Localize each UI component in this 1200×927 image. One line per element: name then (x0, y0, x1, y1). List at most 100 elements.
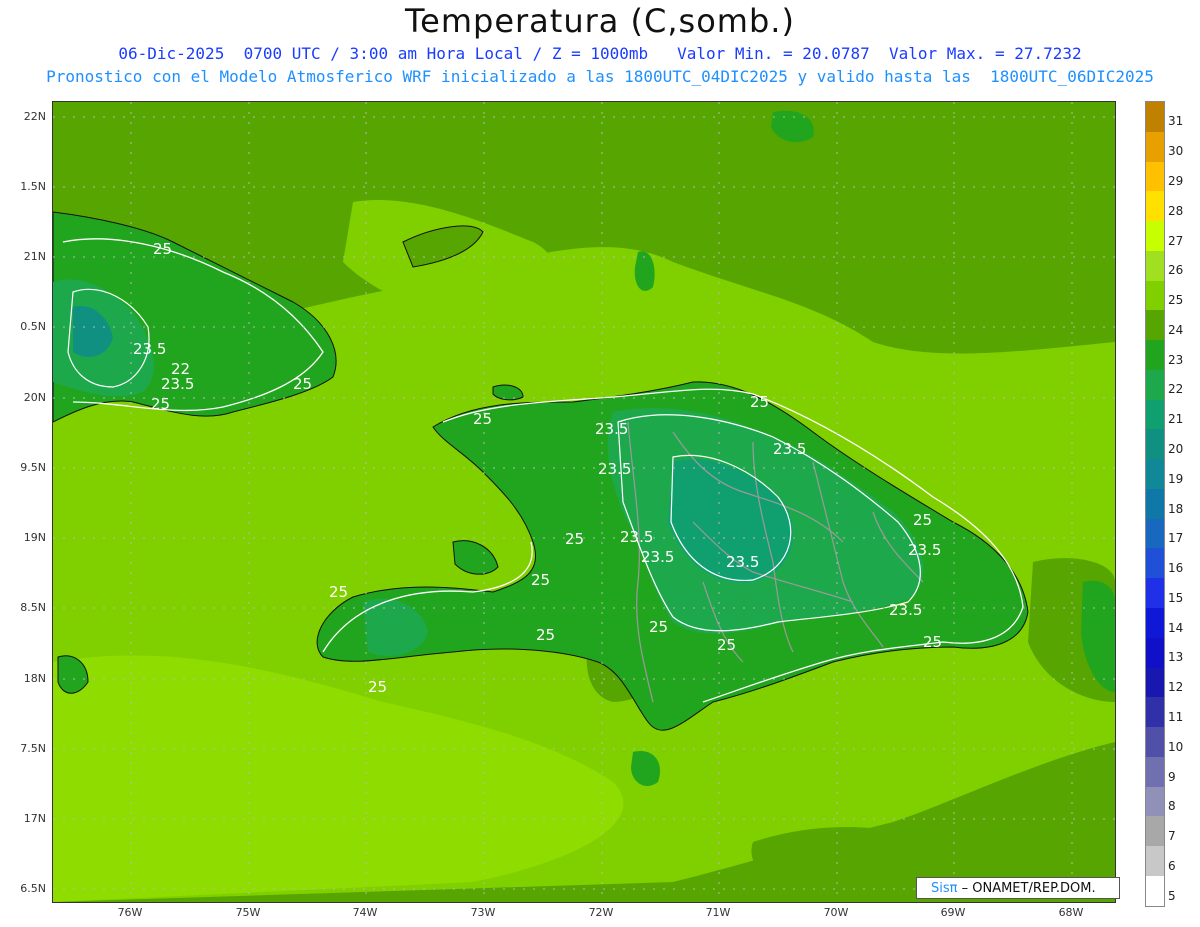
credit-text: – ONAMET/REP.DOM. (961, 881, 1096, 896)
valid-time-line: 06-Dic-2025 0700 UTC / 3:00 am Hora Loca… (118, 44, 1082, 63)
legend-swatch (1146, 399, 1164, 430)
map-title: Temperatura (C,somb.) (405, 2, 795, 40)
lon-label: 75W (235, 906, 261, 919)
model-info-line: Pronostico con el Modelo Atmosferico WRF… (46, 67, 1154, 86)
legend-level-label: 5 (1168, 888, 1176, 903)
lon-label: 69W (940, 906, 966, 919)
legend-level-label: 23 (1168, 352, 1184, 367)
legend-swatch (1146, 697, 1164, 728)
legend-level-label: 24 (1168, 322, 1184, 337)
legend-swatch (1146, 459, 1164, 489)
legend-swatch (1146, 846, 1164, 876)
legend-swatch (1146, 578, 1164, 609)
legend-level-label: 15 (1168, 590, 1184, 605)
lat-label: 1.5N (20, 180, 46, 193)
contour-label: 23.5 (598, 460, 631, 478)
legend-level-label: 25 (1168, 293, 1184, 308)
legend-level-label: 20 (1168, 441, 1184, 456)
legend-swatch (1146, 727, 1164, 757)
contour-label: 23.5 (620, 528, 653, 546)
lat-label: 19N (23, 531, 46, 544)
contour-label: 23.5 (773, 440, 806, 458)
contour-label: 23.5 (641, 548, 674, 566)
sispi-logo: Sisπ (931, 881, 958, 896)
lat-label: 20N (23, 391, 46, 404)
legend-swatch (1146, 488, 1164, 519)
temperature-map: 25 23.5 22 23.5 25 25 23.5 23.5 25 23.5 … (52, 101, 1116, 903)
lat-label: 8.5N (20, 601, 46, 614)
legend-level-label: 21 (1168, 412, 1184, 427)
contour-label: 23.5 (726, 553, 759, 571)
legend-swatch (1146, 191, 1164, 222)
legend-swatch (1146, 637, 1164, 668)
lon-label: 72W (588, 906, 614, 919)
legend-swatch (1146, 786, 1164, 817)
contour-label: 25 (293, 375, 312, 393)
legend-level-label: 9 (1168, 769, 1176, 784)
legend-level-label: 26 (1168, 263, 1184, 278)
contour-label: 25 (923, 633, 942, 651)
legend-level-label: 6 (1168, 858, 1176, 873)
legend-swatch (1146, 161, 1164, 192)
legend-level-label: 14 (1168, 620, 1184, 635)
legend-level-label: 28 (1168, 203, 1184, 218)
legend-swatch (1146, 875, 1164, 906)
lon-label: 70W (823, 906, 849, 919)
lon-label: 71W (705, 906, 731, 919)
contour-label: 25 (649, 618, 668, 636)
legend-level-label: 27 (1168, 233, 1184, 248)
legend-level-label: 7 (1168, 829, 1176, 844)
legend-swatch (1146, 131, 1164, 162)
lat-label: 9.5N (20, 461, 46, 474)
lat-label: 22N (23, 110, 46, 123)
legend-swatch (1146, 548, 1164, 579)
contour-label: 25 (913, 511, 932, 529)
contour-label: 23.5 (889, 601, 922, 619)
legend-swatch (1146, 667, 1164, 698)
legend-swatch (1146, 310, 1164, 341)
legend-level-label: 29 (1168, 173, 1184, 188)
lon-label: 73W (470, 906, 496, 919)
legend-swatch (1146, 280, 1164, 311)
credit-box: Sisπ – ONAMET/REP.DOM. (916, 877, 1120, 899)
legend-swatch (1146, 608, 1164, 638)
contour-label: 23.5 (595, 420, 628, 438)
lat-label: 17N (23, 812, 46, 825)
contour-label: 23.5 (161, 375, 194, 393)
legend-level-label: 31 (1168, 114, 1184, 129)
legend-swatch (1146, 756, 1164, 787)
legend-swatch (1146, 340, 1164, 370)
lat-label: 21N (23, 250, 46, 263)
legend-level-label: 13 (1168, 650, 1184, 665)
legend-level-label: 8 (1168, 799, 1176, 814)
lat-label: 7.5N (20, 742, 46, 755)
legend-level-label: 30 (1168, 144, 1184, 159)
lon-label: 68W (1058, 906, 1084, 919)
contour-label: 25 (473, 410, 492, 428)
contour-label: 25 (536, 626, 555, 644)
lat-label: 18N (23, 672, 46, 685)
legend-swatch (1146, 429, 1164, 460)
contour-label: 25 (329, 583, 348, 601)
legend-swatch (1146, 250, 1164, 281)
legend-swatch (1146, 816, 1164, 847)
legend-level-label: 17 (1168, 531, 1184, 546)
legend-level-label: 19 (1168, 471, 1184, 486)
lat-label: 6.5N (20, 882, 46, 895)
contour-label: 25 (750, 393, 769, 411)
map-canvas: 25 23.5 22 23.5 25 25 23.5 23.5 25 23.5 … (53, 102, 1115, 902)
color-legend (1145, 101, 1165, 907)
legend-level-label: 12 (1168, 680, 1184, 695)
contour-label: 25 (153, 240, 172, 258)
contour-label: 25 (531, 571, 550, 589)
legend-swatch (1146, 518, 1164, 549)
legend-swatch (1146, 221, 1164, 251)
contour-label: 25 (368, 678, 387, 696)
legend-level-label: 10 (1168, 739, 1184, 754)
legend-swatch (1146, 369, 1164, 400)
contour-label: 23.5 (133, 340, 166, 358)
lat-label: 0.5N (20, 320, 46, 333)
contour-label: 23.5 (908, 541, 941, 559)
legend-level-label: 18 (1168, 501, 1184, 516)
lon-label: 74W (352, 906, 378, 919)
